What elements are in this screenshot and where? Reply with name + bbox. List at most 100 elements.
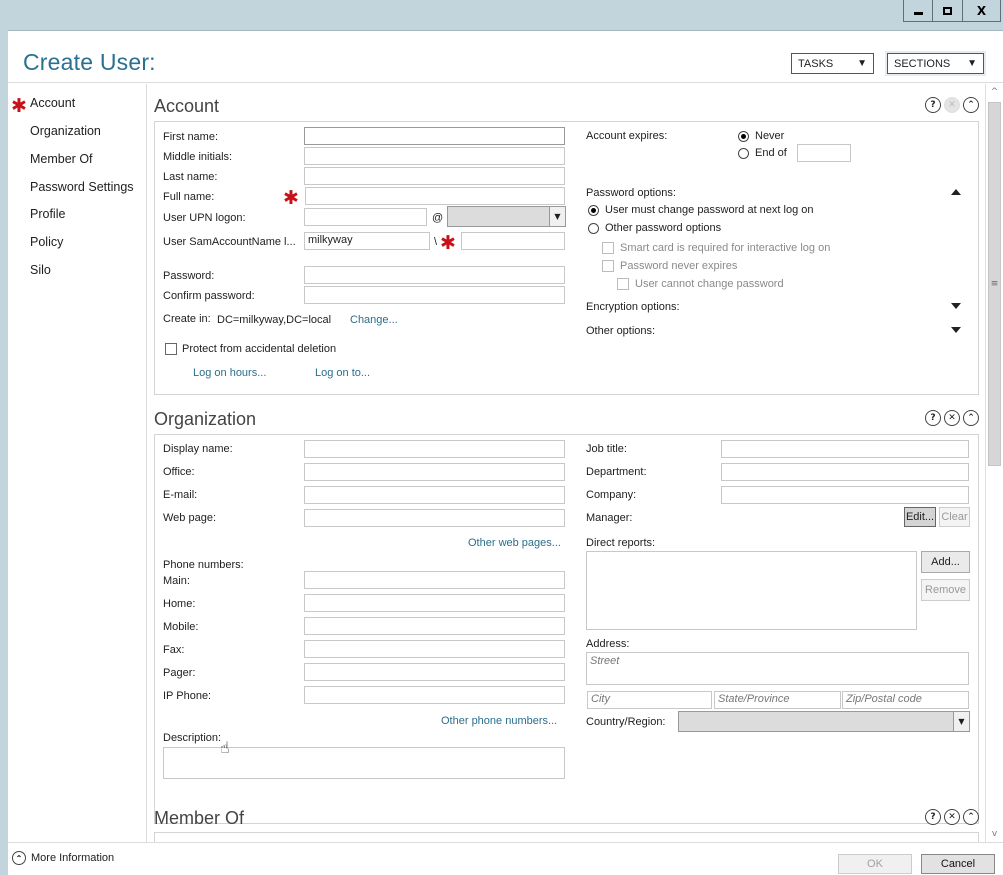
protect-deletion-checkbox[interactable] <box>165 343 177 355</box>
close-window-button[interactable]: X <box>962 0 1000 21</box>
pw-must-change-label: User must change password at next log on <box>605 204 814 216</box>
manager-clear-button: Clear <box>939 507 970 527</box>
pager-input[interactable] <box>304 663 565 681</box>
home-phone-input[interactable] <box>304 594 565 612</box>
pw-must-change-radio[interactable] <box>588 205 599 216</box>
help-icon[interactable]: ? <box>925 809 941 825</box>
web-page-input[interactable] <box>304 509 565 527</box>
upn-at-sign: @ <box>432 212 444 224</box>
manager-edit-button[interactable]: Edit... <box>904 507 936 527</box>
ip-phone-input[interactable] <box>304 686 565 704</box>
required-icon: ✱ <box>440 232 456 254</box>
vertical-scrollbar[interactable]: ^ ≡ v <box>985 84 1003 842</box>
sidebar-item-silo[interactable]: Silo <box>30 263 51 277</box>
mobile-phone-input[interactable] <box>304 617 565 635</box>
chevron-down-icon: ▼ <box>857 58 867 69</box>
scroll-up-icon[interactable]: ^ <box>986 84 1003 100</box>
log-on-hours-link[interactable]: Log on hours... <box>193 367 266 379</box>
sections-label: SECTIONS <box>894 57 951 70</box>
fax-input[interactable] <box>304 640 565 658</box>
zip-input[interactable]: Zip/Postal code <box>842 691 969 709</box>
collapse-password-options-icon[interactable] <box>951 189 961 195</box>
footer: ⌃ More Information OK Cancel <box>8 842 1003 875</box>
collapse-icon[interactable]: ⌃ <box>963 97 979 113</box>
title-bar: X <box>0 0 1003 30</box>
scroll-down-icon[interactable]: v <box>986 826 1003 842</box>
street-input[interactable]: Street <box>586 652 969 685</box>
help-icon[interactable]: ? <box>925 97 941 113</box>
sidebar-item-member-of[interactable]: Member Of <box>30 152 93 166</box>
close-icon: X <box>976 3 987 18</box>
log-on-to-link[interactable]: Log on to... <box>315 367 370 379</box>
job-title-input[interactable] <box>721 440 969 458</box>
account-panel: First name: Middle initials: Last name: … <box>154 121 979 395</box>
main-phone-input[interactable] <box>304 571 565 589</box>
sidebar-item-account[interactable]: Account <box>30 96 75 110</box>
sidebar-item-policy[interactable]: Policy <box>30 235 63 249</box>
expand-encryption-icon[interactable] <box>951 303 961 309</box>
department-input[interactable] <box>721 463 969 481</box>
expand-other-options-icon[interactable] <box>951 327 961 333</box>
more-information-toggle[interactable]: ⌃ More Information <box>12 851 114 865</box>
change-container-link[interactable]: Change... <box>350 314 398 326</box>
close-section-icon[interactable]: ✕ <box>944 809 960 825</box>
close-section-icon: ✕ <box>944 97 960 113</box>
other-web-pages-link[interactable]: Other web pages... <box>468 537 561 549</box>
expand-icon: ⌃ <box>12 851 26 865</box>
add-direct-report-button[interactable]: Add... <box>921 551 970 573</box>
sam-account-name-input[interactable] <box>461 232 565 250</box>
member-of-section-controls: ? ✕ ⌃ <box>925 809 979 825</box>
last-name-input[interactable] <box>304 167 565 185</box>
upn-suffix-select[interactable]: ▼ <box>447 206 566 227</box>
ip-phone-label: IP Phone: <box>163 690 212 702</box>
pager-label: Pager: <box>163 667 196 679</box>
expires-date-input[interactable] <box>797 144 851 162</box>
sections-dropdown[interactable]: SECTIONS ▼ <box>887 53 984 74</box>
full-name-label: Full name: <box>163 191 215 203</box>
country-label: Country/Region: <box>586 716 666 728</box>
tasks-dropdown[interactable]: TASKS ▼ <box>791 53 874 74</box>
encryption-options-label[interactable]: Encryption options: <box>586 301 680 313</box>
sidebar-item-profile[interactable]: Profile <box>30 207 65 221</box>
city-input[interactable]: City <box>587 691 712 709</box>
company-input[interactable] <box>721 486 969 504</box>
direct-reports-list[interactable] <box>586 551 917 630</box>
maximize-button[interactable] <box>932 0 962 21</box>
country-select[interactable]: ▼ <box>678 711 970 732</box>
cancel-button[interactable]: Cancel <box>921 854 995 874</box>
never-expires-label: Password never expires <box>620 260 738 272</box>
job-title-label: Job title: <box>586 443 627 455</box>
password-input[interactable] <box>304 266 565 284</box>
office-input[interactable] <box>304 463 565 481</box>
upn-logon-input[interactable] <box>304 208 427 226</box>
other-options-label[interactable]: Other options: <box>586 325 655 337</box>
full-name-input[interactable] <box>305 187 565 205</box>
first-name-input[interactable] <box>304 127 565 145</box>
other-phone-numbers-link[interactable]: Other phone numbers... <box>441 715 557 727</box>
collapse-icon[interactable]: ⌃ <box>963 410 979 426</box>
confirm-password-input[interactable] <box>304 286 565 304</box>
smart-card-checkbox <box>602 242 614 254</box>
scroll-thumb[interactable]: ≡ <box>988 102 1001 466</box>
expires-never-label: Never <box>755 130 785 142</box>
email-input[interactable] <box>304 486 565 504</box>
sidebar-item-organization[interactable]: Organization <box>30 124 101 138</box>
expires-end-of-label: End of <box>755 147 787 159</box>
organization-panel: Display name: Office: E-mail: Web page: … <box>154 434 979 824</box>
help-icon[interactable]: ? <box>925 410 941 426</box>
pw-other-options-radio[interactable] <box>588 223 599 234</box>
display-name-input[interactable] <box>304 440 565 458</box>
display-name-label: Display name: <box>163 443 233 455</box>
state-input[interactable]: State/Province <box>714 691 841 709</box>
maximize-icon <box>943 6 952 15</box>
close-section-icon[interactable]: ✕ <box>944 410 960 426</box>
more-information-label: More Information <box>31 852 115 864</box>
hand-cursor-icon: ☝ <box>220 738 230 757</box>
expires-never-radio[interactable] <box>738 131 749 142</box>
sam-domain-input[interactable]: milkyway <box>304 232 430 250</box>
minimize-button[interactable] <box>904 0 932 21</box>
middle-initials-input[interactable] <box>304 147 565 165</box>
expires-end-of-radio[interactable] <box>738 148 749 159</box>
collapse-icon[interactable]: ⌃ <box>963 809 979 825</box>
sidebar-item-password-settings[interactable]: Password Settings <box>30 180 134 194</box>
